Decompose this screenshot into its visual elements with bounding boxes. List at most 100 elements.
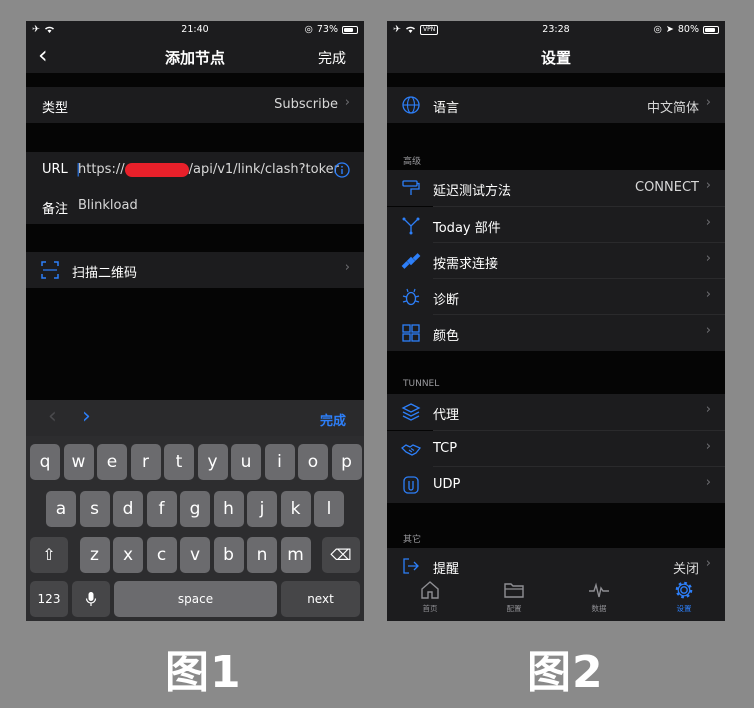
note-input[interactable]: Blinkload: [78, 198, 138, 213]
today-widget-label: Today 部件: [433, 221, 501, 236]
key-e[interactable]: e: [97, 444, 127, 480]
url-input[interactable]: https:// /api/v1/link/clash?toker: [78, 162, 339, 177]
chevron-right-icon: ›: [705, 287, 711, 302]
rotation-lock-icon: ◎: [653, 24, 662, 35]
keyboard-done-button[interactable]: 完成: [320, 410, 346, 429]
udp-row[interactable]: UDP ›: [387, 467, 725, 503]
diagnostics-row[interactable]: 诊断 ›: [387, 279, 725, 315]
section-header-advanced: 高级: [403, 157, 422, 167]
tab-settings-label: 设置: [676, 604, 692, 613]
type-row[interactable]: 类型 Subscribe ›: [26, 87, 364, 123]
latency-test-label: 延迟测试方法: [433, 184, 512, 199]
chevron-right-icon: ›: [344, 95, 350, 110]
dictation-key[interactable]: [72, 581, 110, 617]
section-header-tunnel: TUNNEL: [403, 379, 440, 389]
key-b[interactable]: b: [213, 537, 244, 573]
pulse-icon: [589, 582, 609, 598]
chevron-right-icon: ›: [705, 556, 711, 571]
keyboard: q w e r t y u i o p a s d f g h j k l ⇧ …: [26, 436, 364, 621]
redaction-mark: [124, 162, 189, 177]
language-row[interactable]: 语言 中文简体 ›: [387, 87, 725, 123]
bug-icon: [402, 288, 420, 306]
numbers-key[interactable]: 123: [30, 581, 68, 617]
language-value: 中文简体: [646, 101, 699, 116]
color-row[interactable]: 颜色 ›: [387, 315, 725, 351]
key-j[interactable]: j: [247, 491, 277, 527]
type-label: 类型: [42, 101, 69, 116]
key-p[interactable]: p: [331, 444, 362, 480]
key-l[interactable]: l: [314, 491, 344, 527]
info-icon[interactable]: [334, 162, 350, 178]
chevron-right-icon: ›: [705, 178, 711, 193]
microphone-icon: [85, 592, 97, 606]
phone-screen-settings: ✈ VPN 23:28 ◎ ➤ 80% 设置 语言 中文简体 › 高级 延迟测试…: [387, 21, 725, 621]
space-key[interactable]: space: [114, 581, 277, 617]
key-d[interactable]: d: [113, 491, 143, 527]
widget-icon: [402, 217, 420, 235]
key-m[interactable]: m: [280, 537, 311, 573]
tab-data-label: 数据: [591, 604, 607, 613]
on-demand-row[interactable]: 按需求连接 ›: [387, 243, 725, 279]
chevron-right-icon: ›: [705, 215, 711, 230]
page-title: 设置: [540, 49, 571, 67]
location-icon: ➤: [665, 24, 674, 35]
key-a[interactable]: a: [46, 491, 76, 527]
key-z[interactable]: z: [79, 537, 110, 573]
key-r[interactable]: r: [130, 444, 161, 480]
next-field-icon[interactable]: ›: [82, 404, 91, 429]
previous-field-icon[interactable]: ‹: [48, 404, 57, 429]
key-u[interactable]: u: [231, 444, 261, 480]
latency-test-row[interactable]: 延迟测试方法 CONNECT ›: [387, 170, 725, 206]
key-h[interactable]: h: [213, 491, 244, 527]
backspace-key[interactable]: ⌫: [322, 537, 360, 573]
key-w[interactable]: w: [63, 444, 94, 480]
battery-percent: 73%: [316, 24, 338, 35]
navigation-bar: 设置: [387, 39, 725, 73]
tab-home[interactable]: 首页: [405, 579, 455, 614]
handshake-icon: [401, 444, 421, 456]
key-x[interactable]: x: [113, 537, 143, 573]
battery-percent: 80%: [677, 24, 699, 35]
folder-icon: [504, 583, 524, 598]
status-right: ◎ ➤ 80%: [654, 24, 719, 35]
battery-icon: [342, 25, 358, 34]
key-k[interactable]: k: [280, 491, 311, 527]
language-label: 语言: [433, 101, 460, 116]
tcp-row[interactable]: TCP ›: [387, 431, 725, 467]
key-n[interactable]: n: [247, 537, 277, 573]
key-g[interactable]: g: [180, 491, 210, 527]
note-row[interactable]: 备注 Blinkload: [26, 188, 364, 224]
key-q[interactable]: q: [30, 444, 60, 480]
today-widget-row[interactable]: Today 部件 ›: [387, 207, 725, 243]
exit-icon: [403, 558, 419, 574]
scan-qr-row[interactable]: 扫描二维码 ›: [26, 252, 364, 288]
key-o[interactable]: o: [298, 444, 328, 480]
proxy-row[interactable]: 代理 ›: [387, 394, 725, 430]
chevron-right-icon: ›: [705, 251, 711, 266]
chevron-right-icon: ›: [705, 402, 711, 417]
tab-data[interactable]: 数据: [574, 579, 624, 614]
done-button[interactable]: 完成: [318, 48, 346, 68]
layers-icon: [401, 403, 421, 421]
on-demand-label: 按需求连接: [433, 257, 499, 272]
scan-icon: [41, 261, 59, 279]
tab-config[interactable]: 配置: [489, 579, 539, 614]
key-i[interactable]: i: [264, 444, 295, 480]
color-label: 颜色: [433, 329, 460, 344]
next-key[interactable]: next: [281, 581, 360, 617]
key-y[interactable]: y: [197, 444, 228, 480]
url-suffix: /api/v1/link/clash?toker: [188, 162, 340, 177]
key-v[interactable]: v: [180, 537, 210, 573]
key-t[interactable]: t: [164, 444, 194, 480]
key-c[interactable]: c: [146, 537, 177, 573]
url-row[interactable]: URL | https:///api/v1/link/clash?toker: [26, 152, 364, 188]
gear-icon: [675, 581, 693, 599]
chevron-right-icon: ›: [705, 95, 711, 110]
tab-settings[interactable]: 设置: [659, 579, 709, 614]
phone-screen-add-node: ✈ 21:40 ◎ 73% ‹ 添加节点 完成 类型 Subscribe › U…: [26, 21, 364, 621]
proxy-label: 代理: [433, 408, 460, 423]
chevron-right-icon: ›: [705, 439, 711, 454]
key-f[interactable]: f: [146, 491, 177, 527]
shift-key[interactable]: ⇧: [30, 537, 68, 573]
key-s[interactable]: s: [79, 491, 110, 527]
